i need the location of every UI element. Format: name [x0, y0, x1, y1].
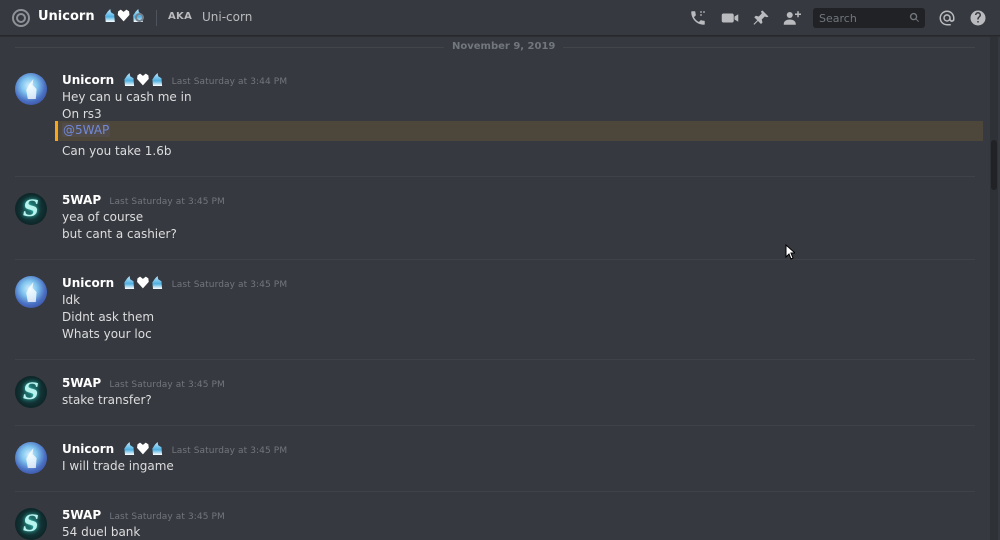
message-separator	[15, 176, 975, 177]
author-name[interactable]: 5WAP	[62, 376, 101, 390]
heart-emoji-icon	[137, 276, 149, 289]
date-divider-label: November 9, 2019	[444, 41, 564, 52]
avatar[interactable]	[15, 73, 47, 105]
avatar-glyph: S	[23, 379, 39, 405]
author-name[interactable]: Unicorn	[62, 276, 114, 290]
message-line: Idk	[62, 293, 81, 307]
user-mention[interactable]: @5WAP	[62, 123, 111, 137]
unicorn-emoji-icon	[152, 73, 163, 86]
pin-icon[interactable]	[751, 8, 771, 28]
heart-emoji-icon	[137, 442, 149, 455]
message-author[interactable]: 5WAP Last Saturday at 3:45 PM	[62, 376, 225, 390]
message-separator	[15, 425, 975, 426]
aka-name: Uni-corn	[202, 10, 253, 24]
mentions-icon[interactable]	[937, 8, 957, 28]
video-icon[interactable]	[720, 8, 740, 28]
avatar[interactable]: S	[15, 508, 47, 540]
search-box[interactable]	[813, 8, 925, 28]
message-timestamp: Last Saturday at 3:45 PM	[109, 512, 225, 522]
heart-emoji-icon	[137, 73, 149, 86]
heart-emoji-icon	[117, 9, 130, 22]
mention-highlight: @5WAP	[55, 121, 983, 141]
unicorn-emoji-icon	[105, 9, 115, 22]
message-separator	[15, 359, 975, 360]
message-timestamp: Last Saturday at 3:44 PM	[171, 77, 288, 87]
message-author[interactable]: 5WAP Last Saturday at 3:45 PM	[62, 193, 225, 207]
at-icon	[12, 9, 30, 27]
message-line: Didnt ask them	[62, 310, 155, 324]
unicorn-emoji-icon	[124, 73, 135, 86]
message-list[interactable]: November 9, 2019 Unicorn Last Saturday a…	[0, 37, 990, 540]
search-input[interactable]	[819, 11, 903, 25]
message-line: yea of course	[62, 210, 144, 224]
author-name[interactable]: Unicorn	[62, 73, 114, 87]
unicorn-emoji-set	[122, 276, 163, 289]
unicorn-emoji-icon	[124, 276, 135, 289]
avatar-glyph: S	[23, 511, 39, 537]
unicorn-emoji-set	[122, 442, 163, 455]
unicorn-emoji-icon	[124, 442, 135, 455]
message-line: 54 duel bank	[62, 525, 141, 539]
message-line: Can you take 1.6b	[62, 144, 172, 158]
offline-status-icon	[135, 13, 144, 22]
author-name[interactable]: Unicorn	[62, 442, 114, 456]
author-name[interactable]: 5WAP	[62, 508, 101, 522]
search-icon	[909, 12, 920, 23]
message-author[interactable]: Unicorn Last Saturday at 3:45 PM	[62, 276, 287, 290]
message-line: I will trade ingame	[62, 459, 174, 473]
channel-header: Unicorn AKA Uni-corn	[0, 0, 1000, 36]
call-icon[interactable]	[688, 8, 708, 28]
scrollbar-track[interactable]	[990, 37, 998, 540]
author-name[interactable]: 5WAP	[62, 193, 101, 207]
message-timestamp: Last Saturday at 3:45 PM	[171, 280, 288, 290]
unicorn-emoji-set	[122, 73, 163, 86]
avatar[interactable]: S	[15, 376, 47, 408]
dm-title: Unicorn	[38, 9, 144, 24]
avatar[interactable]: S	[15, 193, 47, 225]
message-line: Hey can u cash me in	[62, 90, 192, 104]
scrollbar-thumb[interactable]	[991, 140, 997, 190]
message-timestamp: Last Saturday at 3:45 PM	[109, 380, 225, 390]
message-timestamp: Last Saturday at 3:45 PM	[171, 446, 288, 456]
message-timestamp: Last Saturday at 3:45 PM	[109, 197, 225, 207]
message-line: On rs3	[62, 107, 102, 121]
message-author[interactable]: Unicorn Last Saturday at 3:45 PM	[62, 442, 287, 456]
unicorn-emoji-icon	[152, 276, 163, 289]
message-author[interactable]: 5WAP Last Saturday at 3:45 PM	[62, 508, 225, 522]
header-divider	[156, 10, 157, 26]
message-separator	[15, 491, 975, 492]
aka-badge: AKA	[168, 11, 193, 22]
avatar[interactable]	[15, 276, 47, 308]
message-line: but cant a cashier?	[62, 227, 177, 241]
message-separator	[15, 259, 975, 260]
message-line: Whats your loc	[62, 327, 152, 341]
unicorn-emoji-icon	[152, 442, 163, 455]
add-friend-icon[interactable]	[782, 8, 802, 28]
mouse-cursor-icon	[785, 244, 795, 260]
dm-title-name: Unicorn	[38, 9, 95, 24]
message-line: stake transfer?	[62, 393, 152, 407]
help-icon[interactable]	[968, 8, 988, 28]
avatar[interactable]	[15, 442, 47, 474]
avatar-glyph: S	[23, 196, 39, 222]
message-author[interactable]: Unicorn Last Saturday at 3:44 PM	[62, 73, 287, 87]
